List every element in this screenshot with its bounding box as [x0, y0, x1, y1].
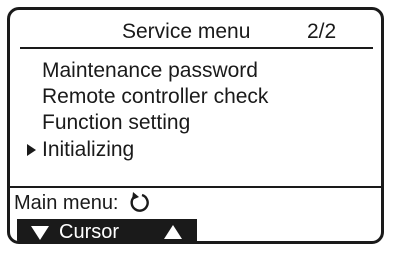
cursor-up-icon[interactable] [164, 225, 182, 239]
cursor-navigation-bar: Cursor [17, 219, 197, 243]
header-divider [20, 47, 373, 49]
cursor-label: Cursor [59, 221, 120, 243]
menu-item-remote-controller-check[interactable]: Remote controller check [42, 85, 268, 109]
return-arrow-icon [130, 192, 149, 212]
menu-item-initializing[interactable]: Initializing [42, 138, 134, 162]
menu-item-maintenance-password[interactable]: Maintenance password [42, 59, 258, 83]
footer-divider [10, 186, 381, 188]
main-menu-hint: Main menu: [14, 191, 150, 215]
selection-cursor-icon [27, 144, 36, 156]
main-menu-label: Main menu: [14, 192, 119, 214]
lcd-screen: Service menu 2/2 Maintenance password Re… [7, 7, 384, 244]
remote-controller-frame: Service menu 2/2 Maintenance password Re… [0, 0, 393, 254]
page-indicator: 2/2 [307, 20, 337, 43]
page-title: Service menu [122, 20, 251, 43]
screen-header: Service menu 2/2 [10, 10, 381, 51]
menu-item-function-setting[interactable]: Function setting [42, 111, 190, 135]
cursor-down-icon[interactable] [31, 226, 49, 240]
